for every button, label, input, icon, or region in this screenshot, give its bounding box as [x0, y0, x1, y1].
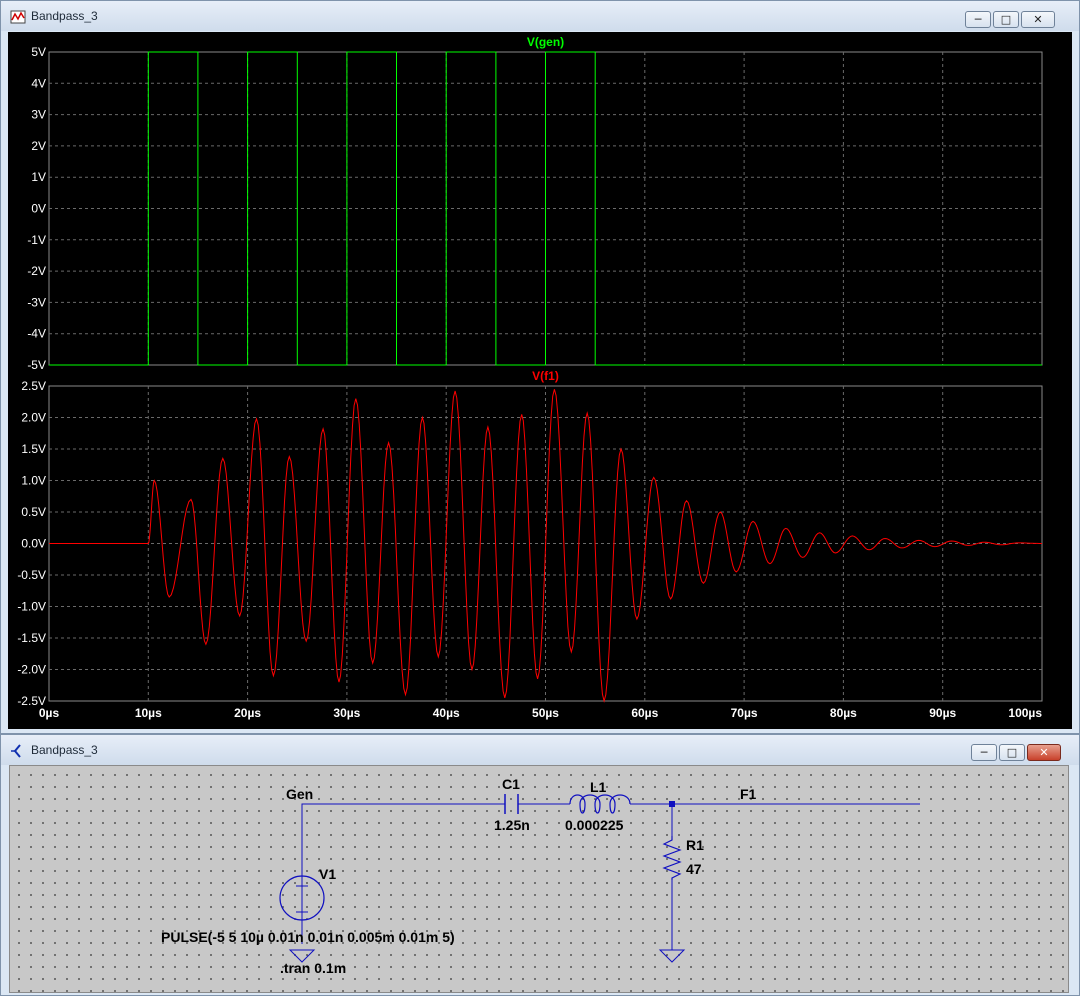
chart1-y-tick-label: -3V [27, 295, 46, 309]
chart2-x-tick-label: 0µs [39, 706, 60, 720]
waveform-titlebar[interactable]: Bandpass_3 ─ □ ✕ [1, 1, 1079, 31]
c1-value[interactable]: 1.25n [494, 817, 530, 833]
spice-directive[interactable]: .tran 0.1m [280, 960, 346, 976]
maximize-icon: □ [1006, 746, 1018, 759]
chart2-x-tick-label: 70µs [731, 706, 758, 720]
minimize-icon: ─ [980, 746, 988, 759]
chart2-x-tick-label: 60µs [631, 706, 658, 720]
schematic-window: Bandpass_3 ─ □ ✕ Gen F1 C1 1.25n L1 0.00… [0, 734, 1080, 996]
close-icon: ✕ [1033, 13, 1043, 26]
chart1-y-tick-label: -2V [27, 264, 46, 278]
schematic-window-title: Bandpass_3 [31, 743, 98, 757]
chart2-y-tick-label: -0.5V [17, 568, 46, 582]
minimize-icon: ─ [974, 13, 982, 26]
ground-icon [658, 949, 686, 963]
chart1-series-line[interactable] [49, 51, 1042, 366]
v1-value[interactable]: PULSE(-5 5 10µ 0.01n 0.01n 0.005m 0.01m … [161, 929, 455, 945]
r1-name[interactable]: R1 [686, 837, 704, 853]
chart1-y-tick-label: 1V [31, 170, 46, 184]
chart2-y-tick-label: 1.0V [21, 474, 46, 488]
v1-name[interactable]: V1 [319, 866, 336, 882]
chart2-y-tick-label: -2.5V [17, 694, 46, 708]
chart1-y-tick-label: 2V [31, 139, 46, 153]
r1-value[interactable]: 47 [686, 861, 702, 877]
waveform-plots[interactable]: 5V 4V 3V 2V 1V 0V -1V -2V -3V -4V -5V V(gen) 0µs 10µs… [8, 32, 1072, 729]
chart2-x-tick-label: 80µs [830, 706, 857, 720]
junction-dot [669, 801, 675, 807]
close-button[interactable]: ✕ [1027, 744, 1061, 761]
capacitor-c1[interactable] [504, 794, 519, 814]
close-icon: ✕ [1039, 746, 1049, 759]
maximize-button[interactable]: □ [999, 744, 1025, 761]
inductor-l1[interactable] [569, 794, 631, 814]
chart1-y-tick-label: 4V [31, 76, 46, 90]
chart2-y-tick-label: 2.5V [21, 379, 46, 393]
chart2-y-tick-label: 1.5V [21, 442, 46, 456]
schematic-titlebar[interactable]: Bandpass_3 ─ □ ✕ [1, 735, 1079, 765]
c1-name[interactable]: C1 [502, 776, 520, 792]
waveform-app-icon [10, 10, 26, 24]
chart1-y-tick-label: 5V [31, 45, 46, 59]
chart1-title[interactable]: V(gen) [527, 35, 564, 49]
chart2-y-tick-label: -1.0V [17, 600, 46, 614]
waveform-window: Bandpass_3 ─ □ ✕ 5V 4V 3V 2V 1V 0V -1V -2V -3V -4… [0, 0, 1080, 734]
waveform-window-title: Bandpass_3 [31, 9, 98, 23]
minimize-button[interactable]: ─ [965, 11, 991, 28]
maximize-icon: □ [1000, 13, 1012, 26]
chart2-y-tick-label: 0.0V [21, 537, 46, 551]
chart1-y-tick-label: -1V [27, 233, 46, 247]
chart2-x-tick-label: 10µs [135, 706, 162, 720]
waveform-plot-area[interactable]: 5V 4V 3V 2V 1V 0V -1V -2V -3V -4V -5V V(gen) 0µs 10µs… [8, 32, 1072, 729]
close-button[interactable]: ✕ [1021, 11, 1055, 28]
minimize-button[interactable]: ─ [971, 744, 997, 761]
l1-value[interactable]: 0.000225 [565, 817, 624, 833]
resistor-r1[interactable] [662, 836, 682, 880]
chart2-x-tick-label: 50µs [532, 706, 559, 720]
chart2-y-tick-label: -2.0V [17, 663, 46, 677]
chart2-x-tick-label: 30µs [333, 706, 360, 720]
chart1-y-tick-label: -5V [27, 358, 46, 372]
chart1-y-tick-label: 0V [31, 202, 46, 216]
chart2-x-tick-label: 20µs [234, 706, 261, 720]
chart2-y-tick-label: 2.0V [21, 411, 46, 425]
chart2-x-tick-label: 100µs [1008, 706, 1042, 720]
chart1-y-tick-label: 3V [31, 108, 46, 122]
chart2-title[interactable]: V(f1) [532, 369, 559, 383]
schematic-drawing[interactable]: Gen F1 C1 1.25n L1 0.000225 R1 47 V1 PUL… [10, 766, 1068, 992]
chart2-y-tick-label: 0.5V [21, 505, 46, 519]
l1-name[interactable]: L1 [590, 779, 607, 795]
chart2-y-tick-label: -1.5V [17, 631, 46, 645]
chart2-x-tick-label: 90µs [929, 706, 956, 720]
schematic-canvas[interactable]: Gen F1 C1 1.25n L1 0.000225 R1 47 V1 PUL… [9, 765, 1069, 993]
chart1-y-tick-label: -4V [27, 327, 46, 341]
schematic-app-icon [11, 744, 21, 758]
maximize-button[interactable]: □ [993, 11, 1019, 28]
chart2-x-tick-label: 40µs [433, 706, 460, 720]
net-label-f1[interactable]: F1 [740, 786, 757, 802]
net-label-gen[interactable]: Gen [286, 786, 313, 802]
